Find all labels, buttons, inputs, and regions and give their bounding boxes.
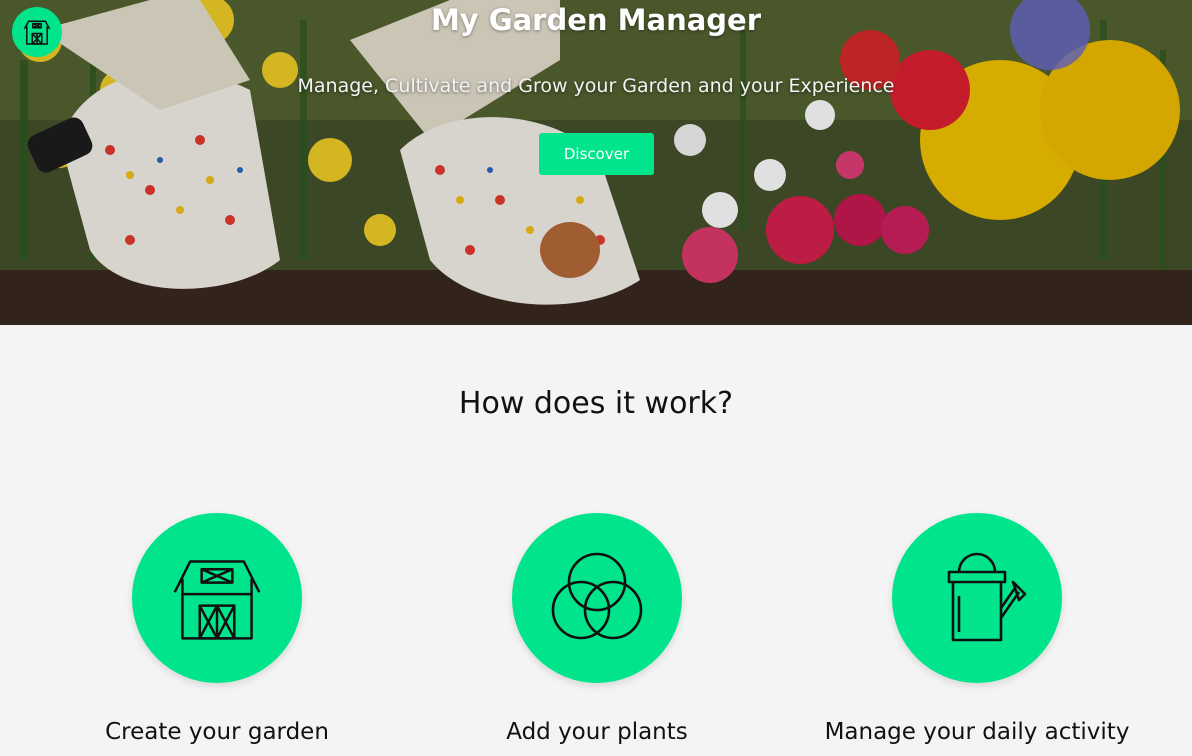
step-icon-circle [512,513,682,683]
step-add-plants: Add your plants [407,513,787,751]
page-title: My Garden Manager [430,3,762,37]
hero-banner: My Garden Manager Manage, Cultivate and … [0,0,1192,325]
hero-subtitle: Manage, Cultivate and Grow your Garden a… [297,75,895,97]
section-title: How does it work? [458,386,734,421]
step-label: Add your plants [506,719,688,745]
step-icon-circle [892,513,1062,683]
step-label: Create your garden [105,719,329,745]
discover-button[interactable]: Discover [539,133,654,175]
watering-can-icon [947,552,1027,642]
venn-circles-icon [551,552,643,640]
step-icon-circle [132,513,302,683]
step-manage-activity: Manage your daily activity [787,513,1167,751]
step-create-garden: Create your garden [27,513,407,751]
barn-icon [173,560,261,640]
step-label: Manage your daily activity [824,719,1130,745]
